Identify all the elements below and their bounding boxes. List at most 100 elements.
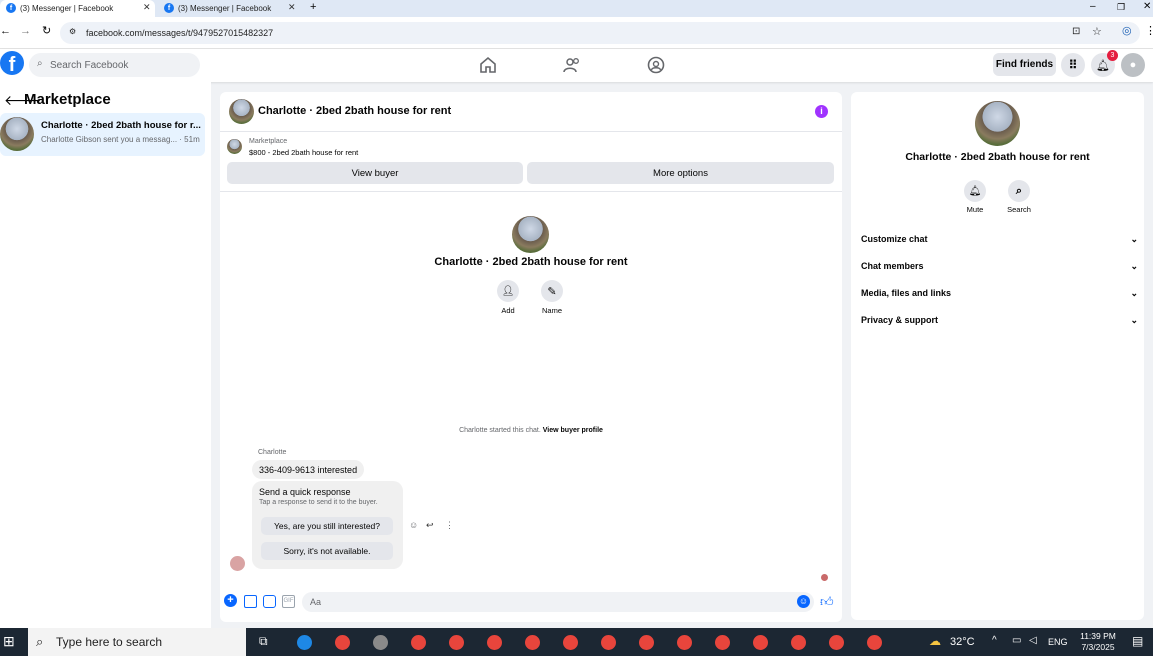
conversation-item[interactable]: Charlotte · 2bed 2bath house for r... Ch… [0,113,205,156]
chrome-icon[interactable] [487,635,502,650]
view-buyer-profile-link[interactable]: View buyer profile [543,427,603,434]
browser-tab-1[interactable]: f (3) Messenger | Facebook ✕ [0,0,155,17]
network-icon[interactable]: ▭ [1012,635,1021,646]
view-buyer-button[interactable]: View buyer [227,162,523,184]
more-options-button[interactable]: More options [527,162,834,184]
chrome-icon[interactable] [563,635,578,650]
chat-header-thumbnail[interactable] [229,99,254,124]
close-window-icon[interactable]: ✕ [1143,1,1151,12]
tray-chevron-icon[interactable]: ^ [992,635,997,646]
weather-temp[interactable]: 32°C [950,636,975,648]
new-tab-icon[interactable]: + [310,1,316,13]
panel-title: Marketplace [24,91,111,108]
browser-tab-2[interactable]: f (3) Messenger | Facebook ✕ [158,0,303,17]
task-view-icon[interactable]: ⧉ [259,634,268,649]
chat-members-section[interactable]: Chat members ⌄ [861,257,1138,275]
bell-icon: 🔔︎ [1096,59,1110,72]
message-input[interactable]: Aa ☺ [302,592,814,612]
friends-icon[interactable] [562,55,582,75]
home-icon[interactable] [478,55,498,75]
name-label: Name [541,306,562,315]
message-bubble[interactable]: 336-409-9613 interested [252,460,365,479]
back-icon[interactable]: ← [0,25,11,37]
media-files-links-section[interactable]: Media, files and links ⌄ [861,284,1138,302]
privacy-support-section[interactable]: Privacy & support ⌄ [861,311,1138,329]
profile-icon[interactable]: ◎ [1122,24,1132,37]
chrome-icon-active[interactable] [677,635,692,650]
chrome-icon[interactable] [753,635,768,650]
seen-avatar [821,574,828,581]
chrome-icon[interactable] [601,635,616,650]
customize-chat-section[interactable]: Customize chat ⌄ [861,230,1138,248]
chevron-down-icon: ⌄ [1130,287,1138,298]
groups-icon[interactable] [646,55,666,75]
account-avatar[interactable]: ● [1121,53,1145,77]
chat-center-title: Charlotte · 2bed 2bath house for rent [434,256,628,268]
forward-icon[interactable]: → [20,25,31,37]
restore-icon[interactable]: ❐ [1117,2,1125,13]
started-text: Charlotte started this chat. [459,427,541,434]
emoji-icon[interactable]: ☺ [797,595,810,608]
menu-grid-button[interactable]: ⠿ [1061,53,1085,77]
clock[interactable]: 11:39 PM 7/3/2025 [1078,631,1118,653]
facebook-logo-icon[interactable]: f [0,51,24,76]
sender-avatar [230,556,245,571]
language-indicator[interactable]: ENG [1048,637,1068,647]
chrome-icon[interactable] [715,635,730,650]
site-info-icon[interactable]: ⚙ [69,27,76,36]
add-button[interactable]: 👤︎ [497,280,519,302]
divider [220,131,842,132]
chevron-down-icon: ⌄ [1130,260,1138,271]
app-icon[interactable] [373,635,388,650]
reload-icon[interactable]: ↻ [42,24,51,37]
like-icon[interactable]: 👍︎ [820,594,834,610]
address-bar-row: ← → ↻ ⚙ facebook.com/messages/t/94795270… [0,17,1153,49]
minimize-icon[interactable]: – [1090,1,1096,12]
marketplace-item[interactable]: $800 - 2bed 2bath house for rent [249,148,358,157]
chrome-icon[interactable] [829,635,844,650]
info-icon[interactable]: i [815,105,828,118]
gif-icon[interactable]: GIF [282,595,295,608]
install-app-icon[interactable]: ⊡ [1072,26,1080,37]
quick-response-button[interactable]: Sorry, it's not available. [261,542,393,560]
conversation-name: Charlotte · 2bed 2bath house for r... [41,120,201,131]
find-friends-button[interactable]: Find friends [993,53,1056,76]
divider [220,191,842,192]
reply-icon[interactable]: ↩ [426,520,434,531]
photo-icon[interactable] [244,595,257,608]
section-label: Media, files and links [861,288,952,298]
sticker-icon[interactable] [263,595,276,608]
chat-title[interactable]: Charlotte · 2bed 2bath house for rent [258,105,451,117]
details-photo [975,101,1020,146]
chevron-down-icon: ⌄ [1130,314,1138,325]
chrome-icon[interactable] [449,635,464,650]
chrome-icon[interactable] [867,635,882,650]
speaker-icon[interactable]: ◁ [1029,635,1037,646]
url-field[interactable]: ⚙ facebook.com/messages/t/94795270154823… [60,22,1140,44]
bookmark-star-icon[interactable]: ☆ [1092,25,1102,38]
chrome-icon[interactable] [525,635,540,650]
chrome-icon[interactable] [791,635,806,650]
chrome-icon[interactable] [411,635,426,650]
plus-icon[interactable]: + [224,594,237,607]
chrome-icon[interactable] [639,635,654,650]
conversation-list-panel: 🡐 Marketplace Charlotte · 2bed 2bath hou… [0,82,211,628]
facebook-favicon-icon: f [6,3,16,13]
more-icon[interactable]: ⋮ [445,520,454,531]
notifications-center-icon[interactable]: ▤ [1132,634,1143,648]
react-icon[interactable]: ☺ [409,520,418,530]
chrome-icon[interactable] [335,635,350,650]
tab-title: (3) Messenger | Facebook [178,4,272,13]
name-button[interactable]: ✎ [541,280,563,302]
mute-button[interactable]: 🔔︎ [964,180,986,202]
menu-dots-icon[interactable]: ⋮ [1145,24,1153,37]
search-chat-button[interactable]: ⌕ [1008,180,1030,202]
notification-badge: 3 [1107,50,1118,61]
close-tab-icon[interactable]: ✕ [143,2,151,13]
quick-response-button[interactable]: Yes, are you still interested? [261,517,393,535]
close-tab-icon[interactable]: ✕ [288,2,296,13]
edge-icon[interactable] [297,635,312,650]
search-facebook-input[interactable]: ⌕ Search Facebook [29,53,200,77]
windows-start-icon[interactable]: ⊞ [3,633,15,650]
taskbar-search-box[interactable]: ⌕ Type here to search [28,628,246,656]
